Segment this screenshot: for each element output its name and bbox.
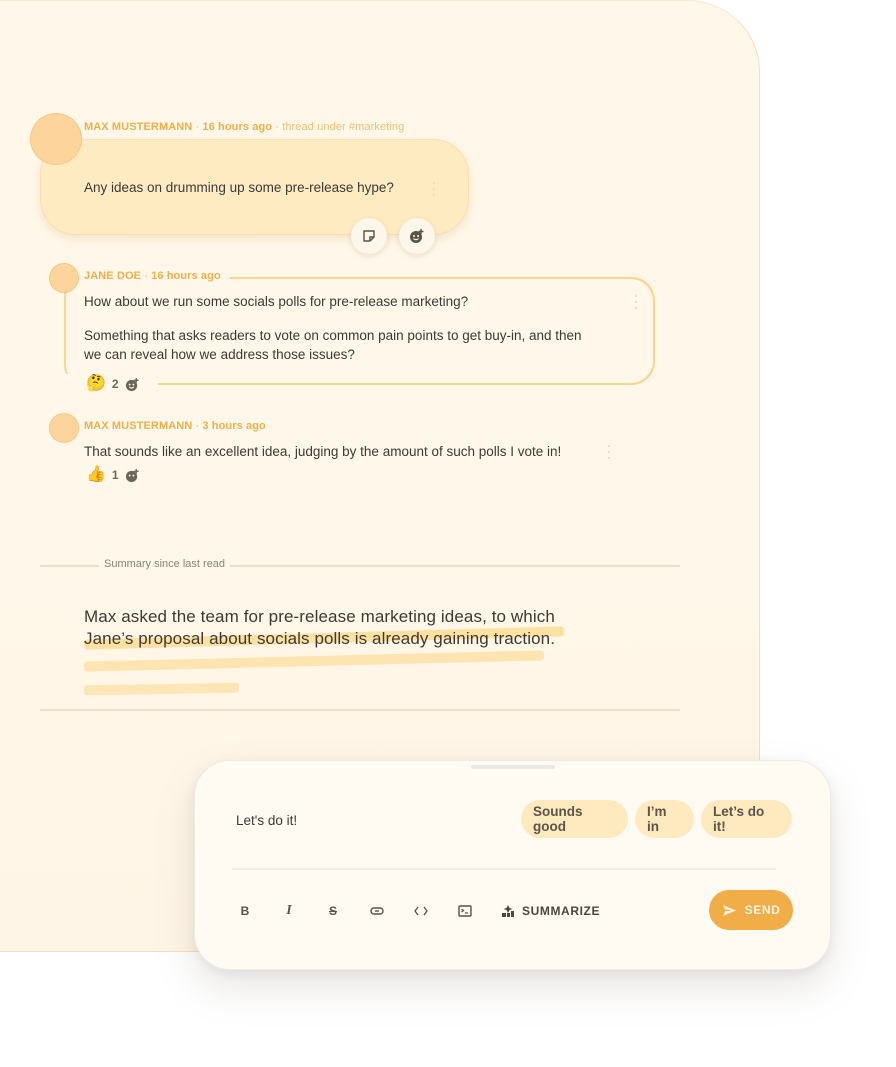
link-icon xyxy=(370,907,384,915)
italic-icon: I xyxy=(286,903,292,918)
avatar[interactable] xyxy=(49,263,79,293)
summary-label: Summary since last read xyxy=(99,558,231,570)
bold-button[interactable]: B xyxy=(233,899,257,923)
send-button[interactable]: SEND xyxy=(709,890,793,930)
separator: · xyxy=(195,420,200,432)
message-input[interactable]: Let's do it! xyxy=(236,813,297,828)
italic-button[interactable]: I xyxy=(277,899,301,923)
author-name[interactable]: JANE DOE xyxy=(84,270,141,282)
timestamp: 16 hours ago xyxy=(151,270,221,282)
timestamp: 3 hours ago xyxy=(202,420,266,432)
add-reaction-icon xyxy=(410,229,424,243)
link-button[interactable] xyxy=(365,899,389,923)
strikethrough-button[interactable]: S xyxy=(321,899,345,923)
message-meta: MAX MUSTERMANN · 3 hours ago xyxy=(84,420,266,432)
code-icon xyxy=(414,906,428,916)
summarize-sparkle-icon xyxy=(502,905,514,917)
message-text: How about we run some socials polls for … xyxy=(84,294,469,309)
message-meta: JANE DOE · 16 hours ago xyxy=(84,270,221,282)
reaction-count: 1 xyxy=(111,468,119,482)
message-text: we can reveal how we address those issue… xyxy=(84,347,355,362)
add-reaction-button[interactable] xyxy=(399,218,435,254)
summary-text: Max asked the team for pre-release marke… xyxy=(84,607,556,648)
thumbs-up-icon[interactable]: 👍 xyxy=(86,467,106,483)
composer-divider xyxy=(232,868,776,870)
send-icon xyxy=(722,904,736,916)
thread-context[interactable]: thread under #marketing xyxy=(282,121,404,133)
summary-divider-bottom xyxy=(40,709,680,711)
code-button[interactable] xyxy=(409,899,433,923)
strikethrough-icon: S xyxy=(328,904,337,918)
add-reaction-icon[interactable] xyxy=(125,377,140,392)
drag-handle[interactable] xyxy=(471,765,555,769)
suggestion-chip-lets-do-it[interactable]: Let’s do it! xyxy=(701,800,792,838)
terminal-icon xyxy=(458,905,472,917)
code-block-button[interactable] xyxy=(453,899,477,923)
message-text: Any ideas on drumming up some pre-releas… xyxy=(84,180,394,195)
note-button[interactable] xyxy=(351,218,387,254)
summarize-label: SUMMARIZE xyxy=(522,904,601,918)
more-options-icon[interactable] xyxy=(432,182,436,196)
reaction-count: 2 xyxy=(111,377,119,391)
author-name[interactable]: MAX MUSTERMANN xyxy=(84,121,192,133)
note-icon xyxy=(363,230,375,242)
timestamp: 16 hours ago xyxy=(202,121,273,133)
avatar[interactable] xyxy=(49,413,79,443)
thinking-face-icon[interactable]: 🤔 xyxy=(86,376,106,392)
suggestion-chip-sounds-good[interactable]: Sounds good xyxy=(521,800,628,838)
reaction-group: 👍 1 xyxy=(86,467,140,483)
suggestion-chip-im-in[interactable]: I’m in xyxy=(635,800,694,838)
avatar[interactable] xyxy=(30,113,82,165)
message-text: Something that asks readers to vote on c… xyxy=(84,328,582,343)
separator: · xyxy=(195,121,200,133)
message-text: That sounds like an excellent idea, judg… xyxy=(84,444,562,459)
more-options-icon[interactable] xyxy=(634,295,638,309)
author-name[interactable]: MAX MUSTERMANN xyxy=(84,420,192,432)
add-reaction-icon[interactable] xyxy=(125,468,140,483)
message-composer: Let's do it! Sounds good I’m in Let’s do… xyxy=(194,760,831,970)
more-options-icon[interactable] xyxy=(607,445,611,459)
separator: · xyxy=(144,270,148,282)
reaction-group: 🤔 2 xyxy=(86,376,140,392)
summarize-button[interactable]: SUMMARIZE xyxy=(501,899,600,923)
send-label: SEND xyxy=(744,903,781,917)
separator: · xyxy=(275,121,280,133)
bold-icon: B xyxy=(240,904,250,918)
message-meta: MAX MUSTERMANN · 16 hours ago · thread u… xyxy=(84,121,404,133)
